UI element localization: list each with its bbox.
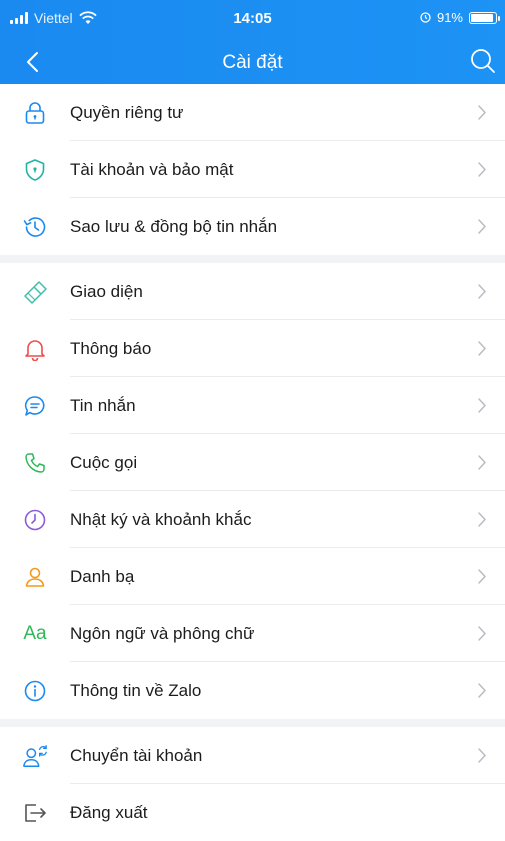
- chevron-right-icon: [478, 219, 486, 234]
- settings-row-label: Tin nhắn: [70, 396, 136, 415]
- section-gap: [0, 255, 505, 263]
- brush-icon: [22, 279, 48, 305]
- page-title: Cài đặt: [222, 52, 283, 73]
- shield-icon: [22, 157, 48, 183]
- settings-row-phone[interactable]: Cuộc gọi: [0, 434, 505, 491]
- settings-row-label: Sao lưu & đồng bộ tin nhắn: [70, 217, 278, 236]
- settings-row-label: Cuộc gọi: [70, 453, 138, 472]
- settings-row-label: Tài khoản và bảo mật: [70, 160, 234, 179]
- settings-row-label: Danh bạ: [70, 567, 135, 586]
- settings-row-label: Nhật ký và khoảnh khắc: [70, 510, 252, 529]
- settings-row-label: Thông tin về Zalo: [70, 681, 202, 700]
- battery-percent: 91%: [436, 10, 463, 25]
- settings-row-clock[interactable]: Nhật ký và khoảnh khắc: [0, 491, 505, 548]
- chevron-right-icon: [478, 626, 486, 641]
- font-icon: Aa: [23, 623, 47, 644]
- settings-row-backup-clock[interactable]: Sao lưu & đồng bộ tin nhắn: [0, 198, 505, 255]
- contact-icon: [22, 564, 48, 590]
- chevron-right-icon: [478, 569, 486, 584]
- settings-row-shield[interactable]: Tài khoản và bảo mật: [0, 141, 505, 198]
- bell-icon: [22, 336, 48, 362]
- alarm-icon: [420, 12, 431, 23]
- settings-row-brush[interactable]: Giao diện: [0, 263, 505, 320]
- backup-clock-icon: [22, 214, 48, 240]
- chevron-right-icon: [478, 341, 486, 356]
- app-header: Viettel 14:05 91% Cài đặt: [0, 0, 505, 84]
- battery-icon: [469, 11, 500, 24]
- settings-list: Quyền riêng tư Tài khoản và bảo mật Sao lư…: [0, 84, 505, 841]
- chevron-right-icon: [478, 105, 486, 120]
- chat-icon: [22, 393, 48, 419]
- battery-fill: [471, 13, 493, 22]
- settings-row-logout[interactable]: Đăng xuất: [0, 784, 505, 841]
- settings-row-chat[interactable]: Tin nhắn: [0, 377, 505, 434]
- phone-icon: [22, 450, 48, 476]
- chevron-right-icon: [478, 748, 486, 763]
- chevron-right-icon: [478, 162, 486, 177]
- logout-icon: [22, 800, 48, 826]
- info-icon: [22, 678, 48, 704]
- search-button[interactable]: [467, 45, 499, 77]
- settings-row-info[interactable]: Thông tin về Zalo: [0, 662, 505, 719]
- settings-row-font[interactable]: Aa Ngôn ngữ và phông chữ: [0, 605, 505, 662]
- switch-account-icon: [22, 743, 48, 769]
- chevron-right-icon: [478, 455, 486, 470]
- settings-row-label: Thông báo: [70, 339, 152, 358]
- status-bar: Viettel 14:05 91%: [0, 0, 505, 36]
- settings-row-switch-account[interactable]: Chuyển tài khoản: [0, 727, 505, 784]
- settings-row-lock[interactable]: Quyền riêng tư: [0, 84, 505, 141]
- clock-icon: [22, 507, 48, 533]
- chevron-right-icon: [478, 284, 486, 299]
- lock-icon: [22, 100, 48, 126]
- settings-row-label: Đăng xuất: [70, 803, 148, 822]
- settings-row-label: Quyền riêng tư: [70, 103, 184, 122]
- settings-row-contact[interactable]: Danh bạ: [0, 548, 505, 605]
- status-right: 91%: [420, 10, 500, 25]
- settings-row-label: Chuyển tài khoản: [70, 746, 203, 765]
- chevron-right-icon: [478, 512, 486, 527]
- settings-row-label: Giao diện: [70, 282, 143, 301]
- section-gap: [0, 719, 505, 727]
- chevron-right-icon: [478, 398, 486, 413]
- chevron-right-icon: [478, 683, 486, 698]
- nav-bar: Cài đặt: [0, 40, 505, 84]
- settings-row-bell[interactable]: Thông báo: [0, 320, 505, 377]
- settings-row-label: Ngôn ngữ và phông chữ: [70, 624, 255, 643]
